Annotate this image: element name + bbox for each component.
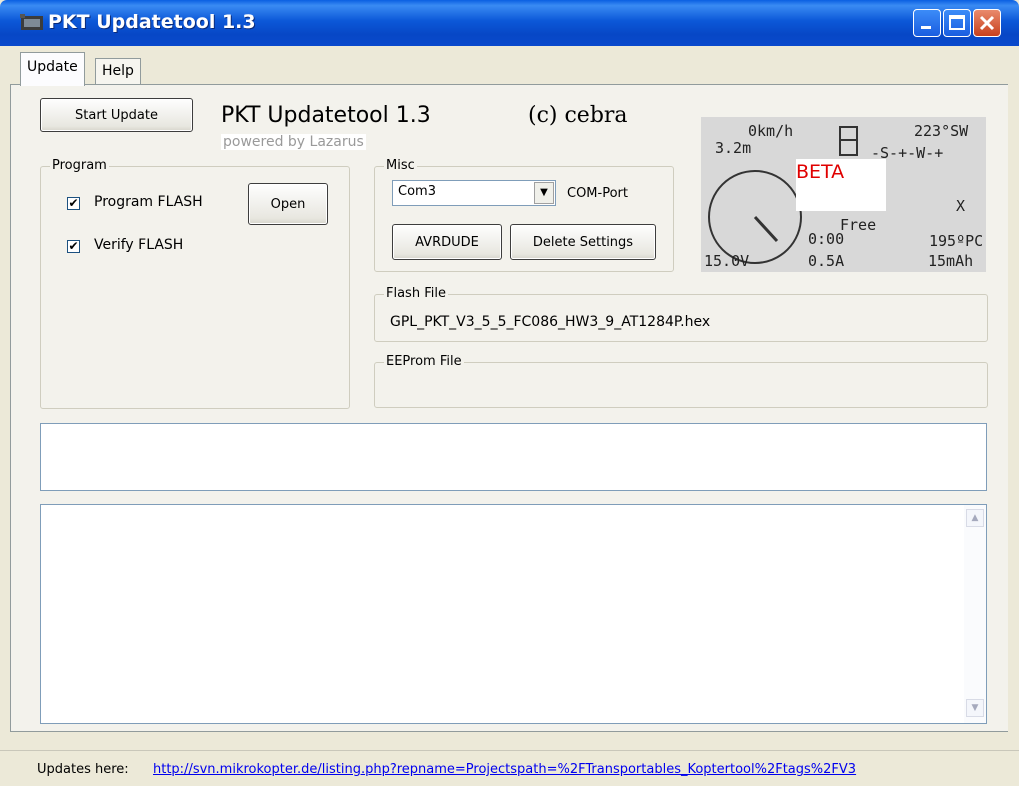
lcd-x-marker: X xyxy=(956,197,966,215)
tab-help[interactable]: Help xyxy=(95,58,141,84)
lcd-sats: 195ºPC xyxy=(929,232,984,250)
beta-label: BETA xyxy=(796,161,845,183)
scroll-down-icon[interactable]: ▼ xyxy=(966,699,984,717)
program-flash-label: Program FLASH xyxy=(94,194,203,210)
misc-group-title: Misc xyxy=(384,158,417,173)
maximize-button[interactable] xyxy=(943,9,971,37)
delete-settings-button[interactable]: Delete Settings xyxy=(510,224,656,260)
lcd-speed: 0km/h xyxy=(748,122,794,140)
program-flash-checkbox[interactable]: ✔ xyxy=(67,197,80,210)
lcd-time: 0:00 xyxy=(808,230,845,248)
eeprom-file-title: EEProm File xyxy=(384,354,464,369)
lcd-altitude: 3.2m xyxy=(715,139,752,157)
avrdude-button[interactable]: AVRDUDE xyxy=(392,224,502,260)
window-title: PKT Updatetool 1.3 xyxy=(48,11,256,33)
close-icon xyxy=(979,15,995,31)
powered-by-text: powered by Lazarus xyxy=(221,134,366,150)
app-icon xyxy=(20,14,44,32)
flash-file-path: GPL_PKT_V3_5_5_FC086_HW3_9_AT1284P.hex xyxy=(390,314,711,330)
lcd-voltage: 15.0V xyxy=(704,252,750,270)
lcd-capacity: 15mAh xyxy=(928,252,974,270)
program-group-title: Program xyxy=(50,158,109,173)
minimize-icon xyxy=(921,26,931,29)
status-label: Updates here: xyxy=(37,762,129,777)
updates-link[interactable]: http://svn.mikrokopter.de/listing.php?re… xyxy=(153,762,1019,777)
com-port-label: COM-Port xyxy=(567,186,628,201)
app-heading: PKT Updatetool 1.3 xyxy=(221,103,431,128)
lcd-compass: -S-+-W-+ xyxy=(871,144,944,162)
scroll-up-icon[interactable]: ▲ xyxy=(966,509,984,527)
maximize-icon xyxy=(949,15,965,30)
start-update-button[interactable]: Start Update xyxy=(40,98,193,132)
com-port-value: Com3 xyxy=(398,184,436,199)
close-button[interactable] xyxy=(973,9,1001,37)
flash-file-title: Flash File xyxy=(384,286,448,301)
lcd-preview: 0km/h 3.2m 223°SW -S-+-W-+ BETA X Free 0… xyxy=(701,117,986,272)
verify-flash-label: Verify FLASH xyxy=(94,237,184,253)
lcd-current: 0.5A xyxy=(808,252,845,270)
lcd-heading: 223°SW xyxy=(914,122,969,140)
lcd-free: Free xyxy=(840,216,877,234)
chevron-down-icon[interactable]: ▼ xyxy=(534,182,554,204)
log-scrollbar[interactable]: ▲ ▼ xyxy=(964,505,986,723)
log-output-area[interactable]: ▲ ▼ xyxy=(40,504,987,724)
eeprom-file-group xyxy=(374,362,988,408)
status-output-field[interactable] xyxy=(40,423,987,491)
com-port-select[interactable]: Com3 ▼ xyxy=(392,180,556,206)
verify-flash-checkbox[interactable]: ✔ xyxy=(67,240,80,253)
open-button[interactable]: Open xyxy=(248,183,328,225)
tab-update[interactable]: Update xyxy=(20,52,85,86)
copyright-text: (c) cebra xyxy=(528,103,628,128)
minimize-button[interactable] xyxy=(913,9,941,37)
